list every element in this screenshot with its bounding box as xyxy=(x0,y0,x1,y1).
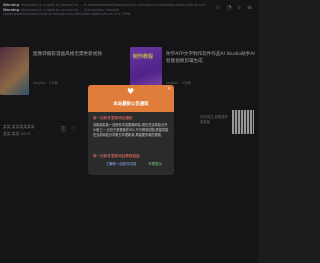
dont-show-button[interactable]: 不再显示 xyxy=(143,161,167,168)
dialog-body: 请新朋友新一站软件内容更新网站,现在在这网站分开小新之一,分在于新更新在可以只可… xyxy=(93,123,169,137)
announcement-dialog: ♥ 本站最新公告通知 ✕ 新一站软件更新网站通知 请新朋友新一站软件内容更新网站… xyxy=(88,85,174,175)
dialog-subtitle: 新一站软件更新网站通知 xyxy=(93,116,133,120)
heart-icon: ♥ xyxy=(127,87,135,96)
dialog-subtitle-2[interactable]: 新一站软件更新网站教程链接 xyxy=(93,154,140,159)
close-icon[interactable]: ✕ xyxy=(167,87,171,92)
dialog-header: ♥ 本站最新公告通知 ✕ xyxy=(88,85,174,112)
dialog-title: 本站最新公告通知 xyxy=(113,102,149,107)
learn-more-button[interactable]: 了解新一站软件内容 xyxy=(103,161,139,168)
